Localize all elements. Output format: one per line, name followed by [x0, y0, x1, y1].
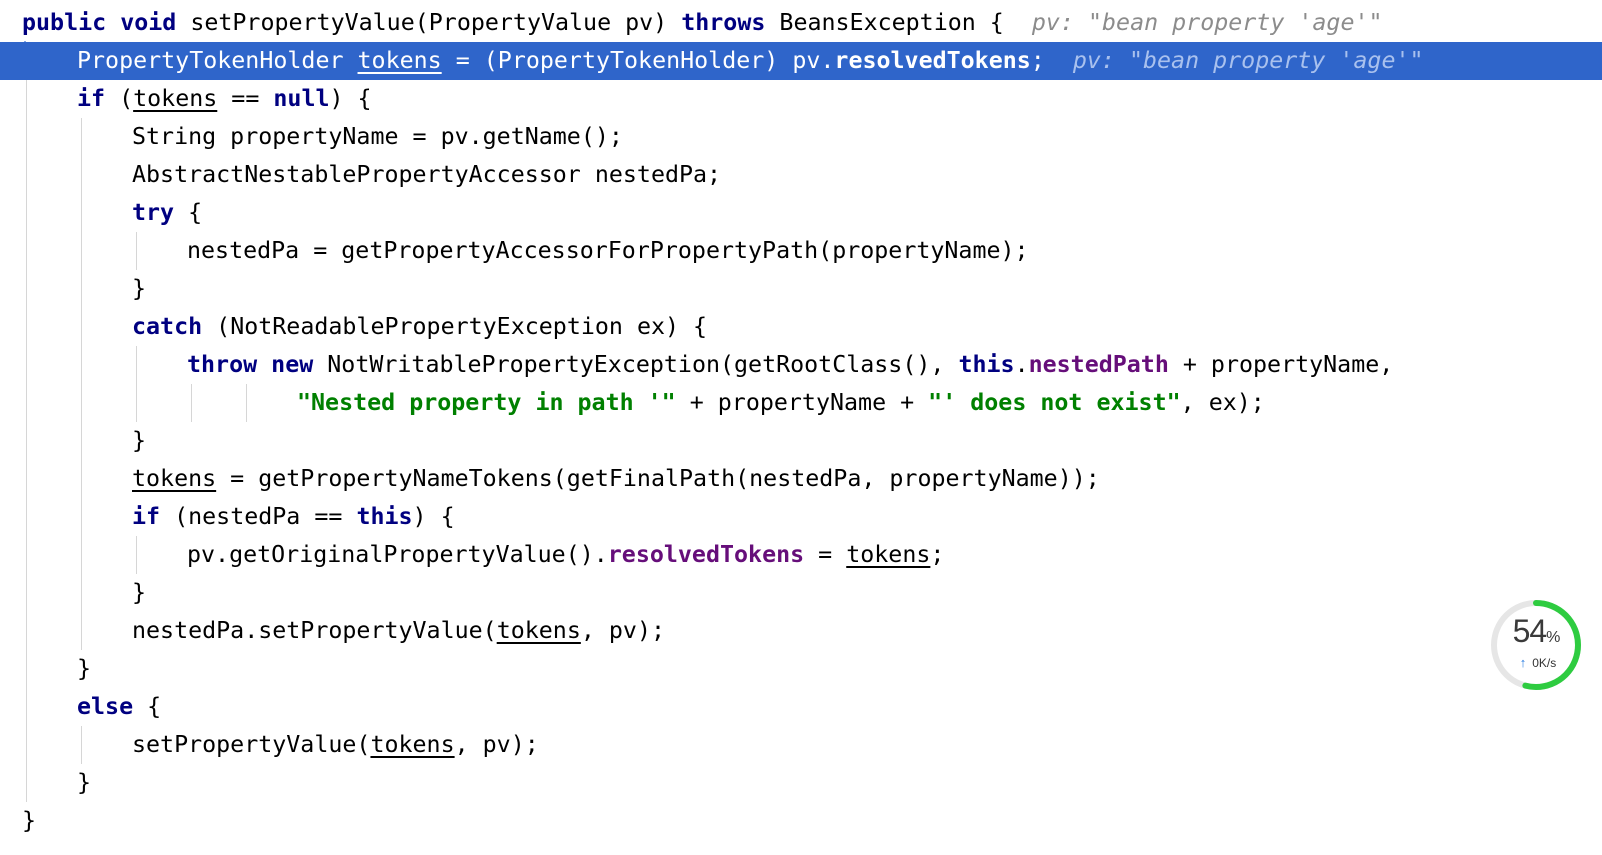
code-token: } — [77, 655, 92, 682]
code-token: } — [77, 769, 92, 796]
code-token: ) { — [329, 85, 372, 112]
code-token: tokens — [846, 541, 931, 568]
code-token: BeansException { — [765, 9, 1032, 36]
code-token: (nestedPa == — [160, 503, 357, 530]
code-token: throws — [681, 9, 766, 36]
code-token: throw — [187, 351, 258, 378]
code-token: . — [1014, 351, 1029, 378]
code-token: nestedPath — [1028, 351, 1169, 378]
code-token: this — [958, 351, 1015, 378]
code-line[interactable]: PropertyTokenHolder tokens = (PropertyTo… — [0, 42, 1602, 80]
code-token: String propertyName = pv.getName(); — [132, 123, 623, 150]
code-line[interactable]: else { — [0, 688, 1602, 726]
code-token: + propertyName, — [1168, 351, 1394, 378]
code-token: + propertyName + — [675, 389, 929, 416]
code-token: } — [132, 427, 147, 454]
code-token: try — [132, 199, 175, 226]
code-token: = (PropertyTokenHolder) pv. — [441, 47, 835, 74]
code-token: "' does not exist" — [928, 389, 1181, 416]
speed-row: ↑ 0K/s — [1500, 655, 1576, 670]
code-token: PropertyTokenHolder — [77, 47, 358, 74]
code-token: "Nested property in path '" — [297, 389, 676, 416]
code-token: (NotReadablePropertyException ex) { — [202, 313, 708, 340]
code-line[interactable]: } — [0, 650, 1602, 688]
code-token: new — [271, 351, 314, 378]
code-editor[interactable]: public void setPropertyValue(PropertyVal… — [0, 0, 1602, 855]
code-line[interactable]: tokens = getPropertyNameTokens(getFinalP… — [0, 460, 1602, 498]
code-line[interactable]: nestedPa.setPropertyValue(tokens, pv); — [0, 612, 1602, 650]
code-token: tokens — [357, 47, 442, 74]
code-token: setPropertyValue(PropertyValue pv) — [176, 9, 682, 36]
code-token: } — [132, 275, 147, 302]
code-token: nestedPa.setPropertyValue( — [132, 617, 497, 644]
code-line[interactable]: } — [0, 574, 1602, 612]
code-line[interactable]: pv.getOriginalPropertyValue().resolvedTo… — [0, 536, 1602, 574]
code-token: resolvedTokens — [834, 47, 1031, 74]
code-line[interactable]: } — [0, 422, 1602, 460]
upload-speed: 0K/s — [1532, 656, 1557, 670]
code-line[interactable]: nestedPa = getPropertyAccessorForPropert… — [0, 232, 1602, 270]
code-token: setPropertyValue( — [132, 731, 371, 758]
code-token: pv.getOriginalPropertyValue(). — [187, 541, 608, 568]
code-line[interactable]: } — [0, 270, 1602, 308]
code-token: tokens — [132, 465, 217, 492]
inline-debug-hint: pv: "bean property 'age'" — [1072, 47, 1424, 74]
code-line[interactable]: if (nestedPa == this) { — [0, 498, 1602, 536]
code-token: tokens — [133, 85, 218, 112]
code-line[interactable]: catch (NotReadablePropertyException ex) … — [0, 308, 1602, 346]
code-token: , pv); — [580, 617, 665, 644]
code-line[interactable]: } — [0, 764, 1602, 802]
network-speed-widget[interactable]: 54% ↑ 0K/s — [1488, 597, 1584, 693]
code-token: resolvedTokens — [607, 541, 805, 568]
code-line[interactable]: "Nested property in path '" + propertyNa… — [0, 384, 1602, 422]
code-token: { — [174, 199, 203, 226]
code-token: nestedPa = getPropertyAccessorForPropert… — [187, 237, 1029, 264]
usage-percent: 54% — [1488, 613, 1584, 650]
code-line[interactable]: public void setPropertyValue(PropertyVal… — [0, 4, 1602, 42]
code-token: } — [22, 807, 37, 834]
code-token: ; — [1030, 47, 1073, 74]
code-token: , pv); — [454, 731, 539, 758]
code-line[interactable]: if (tokens == null) { — [0, 80, 1602, 118]
code-line[interactable]: setPropertyValue(tokens, pv); — [0, 726, 1602, 764]
code-token: ; — [930, 541, 945, 568]
code-token: void — [120, 9, 177, 36]
code-token: == — [217, 85, 274, 112]
code-token: tokens — [496, 617, 581, 644]
code-token: tokens — [370, 731, 455, 758]
usage-percent-value: 54 — [1512, 613, 1548, 649]
code-token: } — [132, 579, 147, 606]
code-token: ( — [105, 85, 134, 112]
code-token: null — [273, 85, 330, 112]
code-token: { — [133, 693, 162, 720]
code-line[interactable]: String propertyName = pv.getName(); — [0, 118, 1602, 156]
code-token: , ex); — [1180, 389, 1265, 416]
code-line[interactable]: throw new NotWritablePropertyException(g… — [0, 346, 1602, 384]
code-token: this — [356, 503, 413, 530]
code-line[interactable]: AbstractNestablePropertyAccessor nestedP… — [0, 156, 1602, 194]
code-token: if — [77, 85, 106, 112]
arrow-up-icon: ↑ — [1519, 655, 1527, 670]
code-line[interactable]: } — [0, 802, 1602, 840]
inline-debug-hint: pv: "bean property 'age'" — [1031, 9, 1383, 36]
code-token: = — [804, 541, 847, 568]
code-token: public — [22, 9, 107, 36]
code-token: AbstractNestablePropertyAccessor nestedP… — [132, 161, 722, 188]
usage-percent-unit: % — [1546, 629, 1560, 646]
code-line[interactable]: try { — [0, 194, 1602, 232]
code-token: = getPropertyNameTokens(getFinalPath(nes… — [216, 465, 1100, 492]
code-token: else — [77, 693, 134, 720]
code-token: catch — [132, 313, 203, 340]
code-token: NotWritablePropertyException(getRootClas… — [313, 351, 959, 378]
code-token: if — [132, 503, 161, 530]
code-token: ) { — [412, 503, 455, 530]
